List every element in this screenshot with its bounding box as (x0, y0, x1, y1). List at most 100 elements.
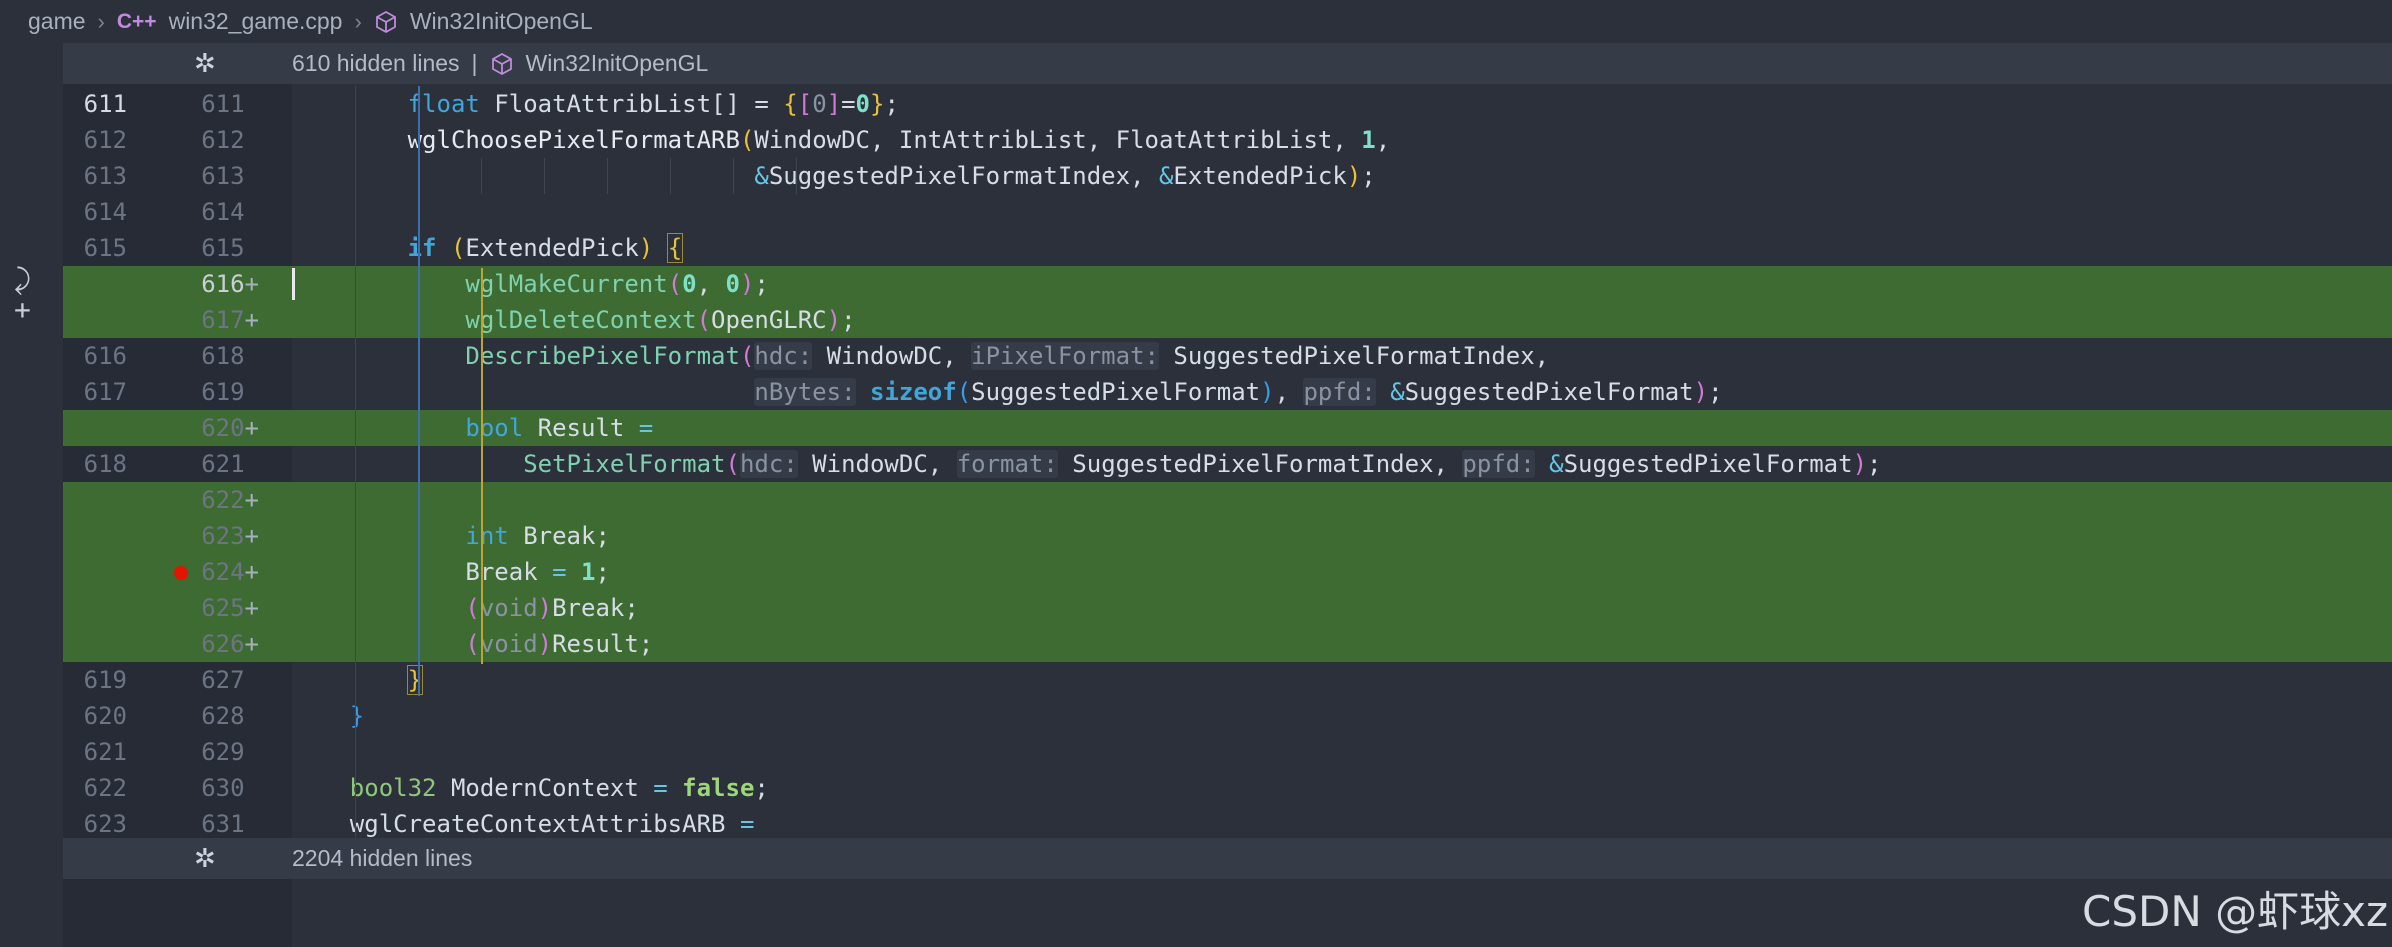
new-line-number: 625+ (201, 594, 259, 622)
breadcrumb-file[interactable]: win32_game.cpp (169, 8, 343, 35)
new-line-number: 622+ (201, 486, 259, 514)
method-cube-icon (491, 52, 512, 75)
watermark: CSDN @虾球xz (2082, 887, 2388, 936)
code-text: wglDeleteContext(OpenGLRC); (465, 306, 856, 334)
code-text: &SuggestedPixelFormatIndex, &ExtendedPic… (754, 162, 1376, 190)
code-text: Break = 1; (292, 558, 610, 586)
old-line-number: 616 (83, 342, 127, 370)
hidden-lines-label: 610 hidden lines (292, 50, 460, 76)
new-line-number: 620+ (201, 414, 259, 442)
method-cube-icon (375, 10, 396, 33)
indent-guide (607, 158, 608, 194)
revert-change-icon[interactable]: ⤸ (14, 265, 31, 295)
code-text: nBytes: sizeof(SuggestedPixelFormat), pp… (754, 378, 1723, 406)
new-line-number: 615 (201, 234, 245, 262)
code-text: } (406, 665, 424, 695)
added-line: 616+ wglMakeCurrent(0, 0); (63, 266, 2392, 302)
new-line-number: 617+ (201, 306, 259, 334)
new-line-number: 631 (201, 810, 245, 838)
chevron-right-icon: › (97, 8, 105, 34)
code-line: 623 631 wglCreateContextAttribsARB = (63, 806, 2392, 842)
code-line: 615 615 if (ExtendedPick) { (63, 230, 2392, 266)
new-line-number: 621 (201, 450, 245, 478)
added-line: 620+ bool Result = (63, 410, 2392, 446)
glyph-margin-icons[interactable]: ⤸ + (14, 265, 31, 325)
new-line-number: 627 (201, 666, 245, 694)
code-line: 618 621 SetPixelFormat(hdc: WindowDC, fo… (63, 446, 2392, 482)
added-line: 624+ Break = 1; (63, 554, 2392, 590)
old-line-number: 611 (83, 90, 127, 118)
old-line-number: 618 (83, 450, 127, 478)
code-line: 613 613 &SuggestedPixelFormatIndex, &Ext… (63, 158, 2392, 194)
expand-hidden-icon[interactable]: ✲ (194, 843, 216, 874)
breadcrumb-symbol[interactable]: Win32InitOpenGL (410, 8, 593, 35)
code-line: 614 614 (63, 194, 2392, 230)
code-text: (void)Break; (465, 594, 639, 622)
indent-guide (544, 158, 545, 194)
breadcrumb: game › C++ win32_game.cpp › Win32InitOpe… (0, 0, 2392, 43)
old-line-number: 622 (83, 774, 127, 802)
code-text: wglMakeCurrent(0, 0); (465, 270, 769, 298)
new-line-number: 618 (201, 342, 245, 370)
expand-hidden-icon[interactable]: ✲ (194, 48, 216, 79)
new-line-number: 628 (201, 702, 245, 730)
new-line-number: 619 (201, 378, 245, 406)
code-line: 621 629 (63, 734, 2392, 770)
new-line-number: 611 (201, 90, 245, 118)
new-line-number: 616+ (201, 270, 259, 298)
old-line-number: 623 (83, 810, 127, 838)
code-text: bool32 ModernContext = false; (349, 774, 769, 802)
code-line: 620 628 } (63, 698, 2392, 734)
cpp-file-icon: C++ (116, 9, 157, 33)
new-line-number: 623+ (201, 522, 259, 550)
code-line: 611 611 float FloatAttribList[] = {[0]=0… (63, 86, 2392, 122)
breadcrumb-folder[interactable]: game (28, 8, 86, 35)
old-line-number: 619 (83, 666, 127, 694)
hidden-lines-separator: | (471, 50, 478, 76)
added-line: 625+ (void)Break; (63, 590, 2392, 626)
code-text: float FloatAttribList[] = {[0]=0}; (407, 90, 899, 118)
indent-guide (670, 158, 671, 194)
hidden-lines-top[interactable]: ✲ 610 hidden lines | Win32InitOpenGL (63, 43, 2392, 84)
code-text: int Break; (465, 522, 610, 550)
code-line: 616 618 DescribePixelFormat(hdc: WindowD… (63, 338, 2392, 374)
code-line: 617 619 nBytes: sizeof(SuggestedPixelFor… (63, 374, 2392, 410)
added-line: 617+ wglDeleteContext(OpenGLRC); (63, 302, 2392, 338)
code-text: bool Result = (465, 414, 654, 442)
new-line-number: 612 (201, 126, 245, 154)
code-line: 612 612 wglChoosePixelFormatARB(WindowDC… (63, 122, 2392, 158)
new-line-number: 613 (201, 162, 245, 190)
new-line-number: 629 (201, 738, 245, 766)
hidden-lines-bottom[interactable]: ✲ 2204 hidden lines (63, 838, 2392, 879)
code-text: } (349, 702, 365, 730)
glyph-margin (0, 43, 63, 947)
hidden-lines-label: 2204 hidden lines (292, 845, 473, 871)
old-line-number: 620 (83, 702, 127, 730)
text-cursor (292, 268, 295, 300)
indent-guide-active (418, 86, 420, 696)
new-line-number: 614 (201, 198, 245, 226)
code-text: wglCreateContextAttribsARB = (292, 810, 755, 838)
indent-guide (796, 158, 797, 194)
added-line: 622+ (63, 482, 2392, 518)
old-line-number: 614 (83, 198, 127, 226)
added-line: 623+ int Break; (63, 518, 2392, 554)
code-line: 622 630 bool32 ModernContext = false; (63, 770, 2392, 806)
indent-guide (355, 86, 356, 842)
old-line-number: 615 (83, 234, 127, 262)
indent-guide (733, 158, 734, 194)
old-line-number: 612 (83, 126, 127, 154)
indent-guide-scope (481, 268, 483, 664)
chevron-right-icon: › (354, 8, 362, 34)
code-text: wglChoosePixelFormatARB(WindowDC, IntAtt… (407, 126, 1391, 154)
old-line-number: 613 (83, 162, 127, 190)
stage-change-icon[interactable]: + (14, 295, 31, 325)
hidden-lines-symbol[interactable]: Win32InitOpenGL (526, 50, 709, 77)
new-line-number: 626+ (201, 630, 259, 658)
indent-guide (481, 158, 482, 194)
old-line-number: 617 (83, 378, 127, 406)
added-line: 626+ (void)Result; (63, 626, 2392, 662)
old-line-number: 621 (83, 738, 127, 766)
new-line-number: 630 (201, 774, 245, 802)
code-text: (void)Result; (465, 630, 654, 658)
